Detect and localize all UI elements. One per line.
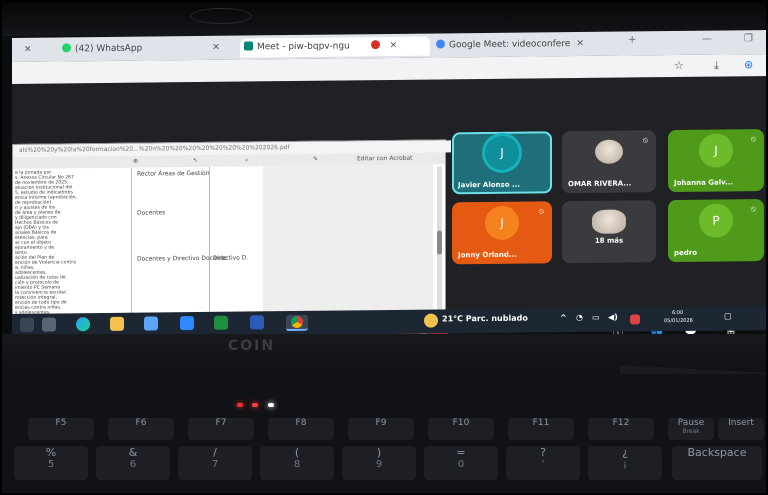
laptop-photo: ✕ (42) WhatsApp ✕ Meet - piw-bqpv-ngu ✕ G… <box>0 0 768 495</box>
photo-border <box>0 0 768 495</box>
